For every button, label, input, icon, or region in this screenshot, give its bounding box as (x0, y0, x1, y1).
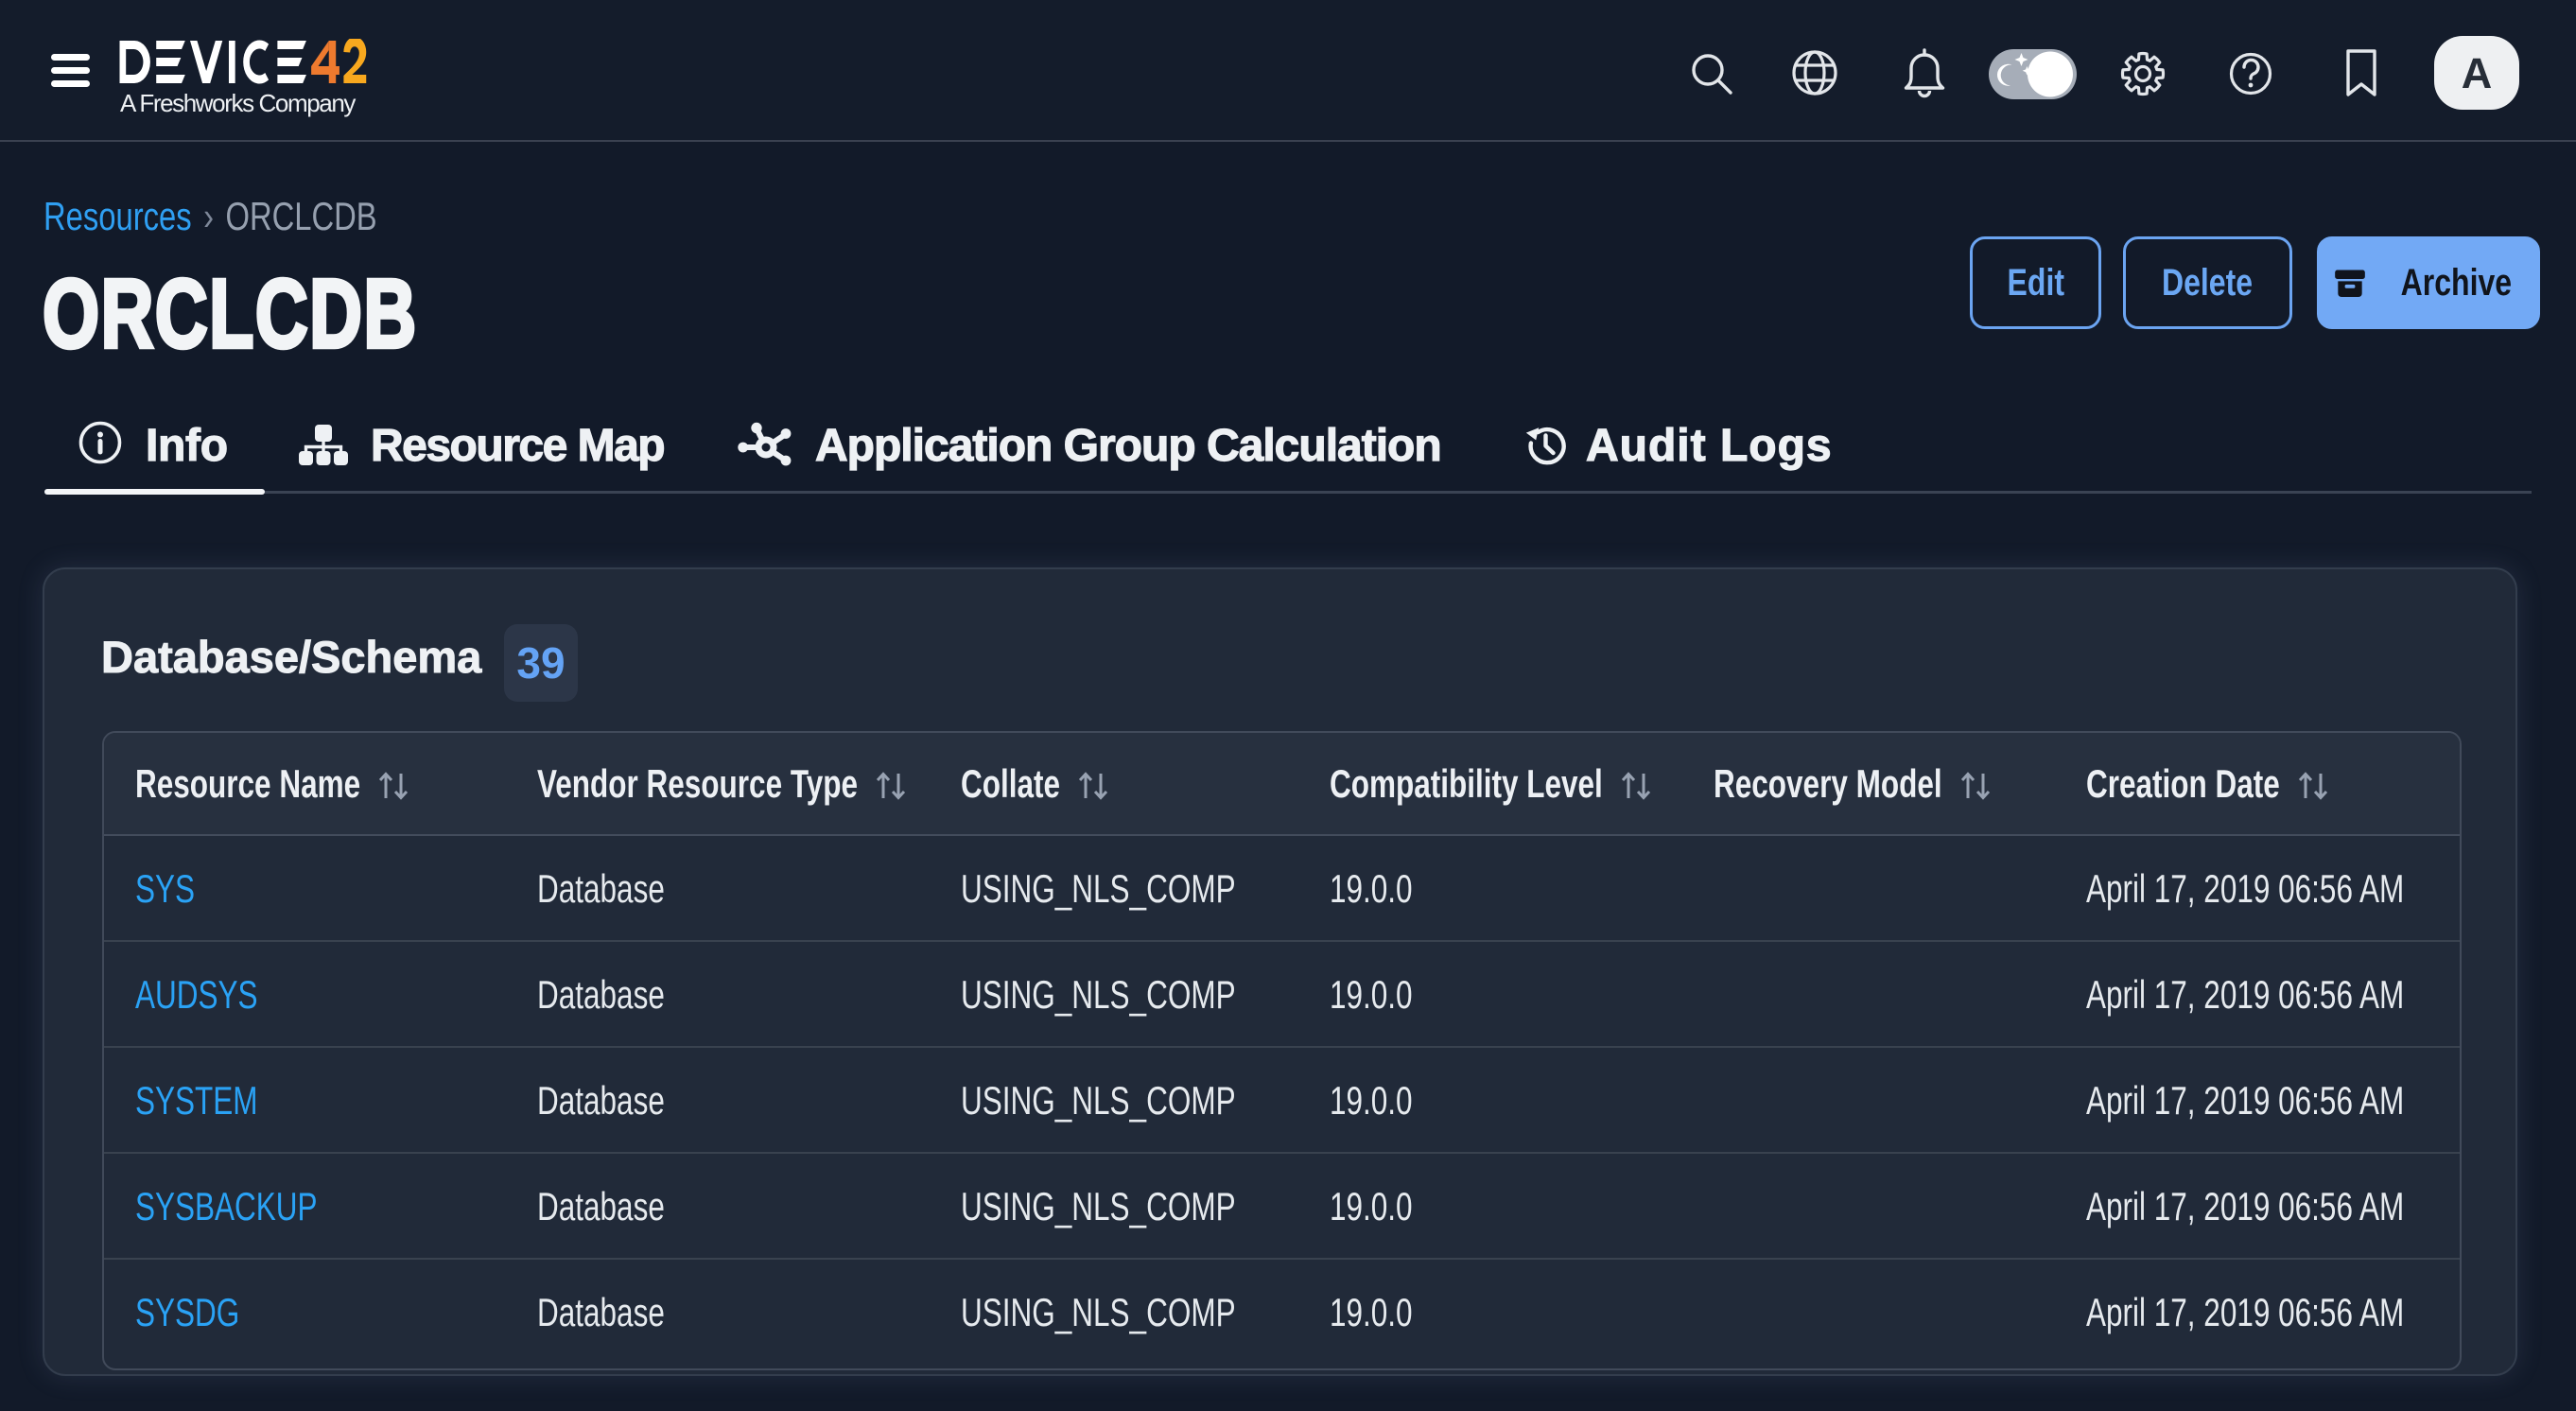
svg-text:A: A (2462, 49, 2493, 97)
